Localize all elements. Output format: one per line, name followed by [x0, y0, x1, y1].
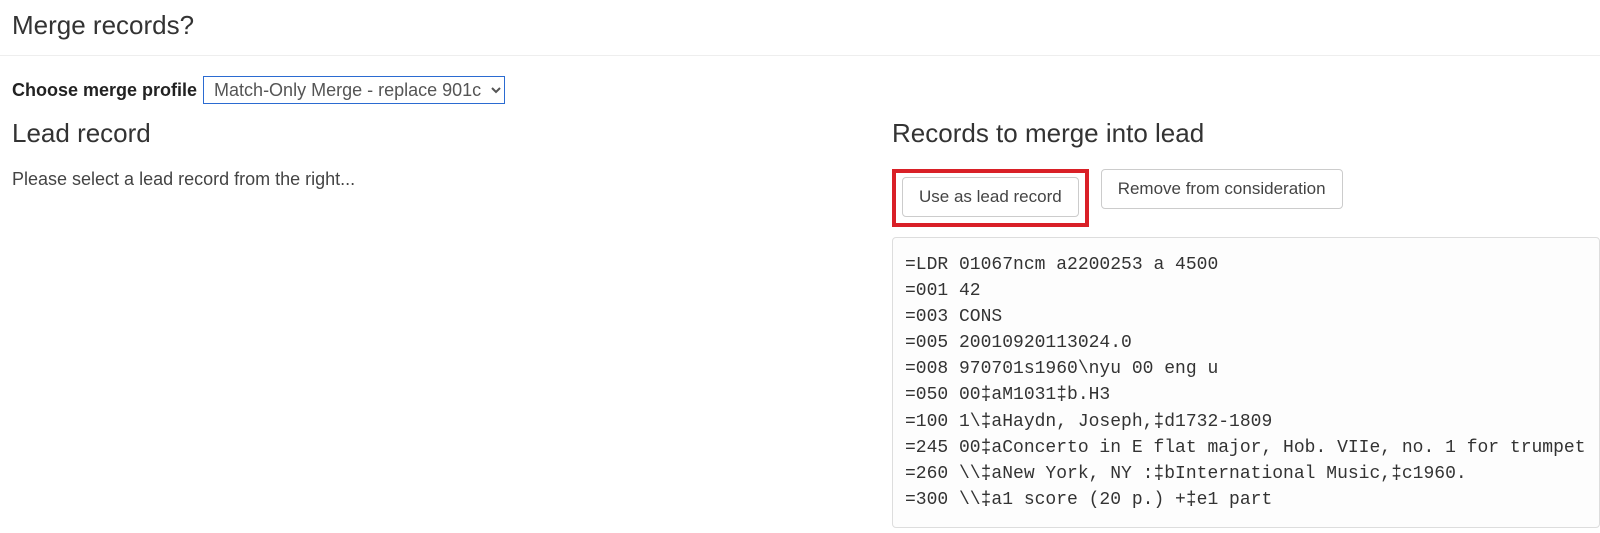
marc-line: =003 CONS	[905, 304, 1587, 330]
lead-record-heading: Lead record	[12, 118, 872, 149]
merge-target-heading: Records to merge into lead	[892, 118, 1600, 149]
merge-profile-label: Choose merge profile	[12, 80, 197, 101]
merge-profile-select[interactable]: Match-Only Merge - replace 901c	[203, 76, 505, 104]
lead-record-column: Lead record Please select a lead record …	[12, 118, 892, 190]
marc-line: =260 \\‡aNew York, NY :‡bInternational M…	[905, 461, 1587, 487]
remove-from-consideration-button[interactable]: Remove from consideration	[1101, 169, 1343, 209]
page-title: Merge records?	[12, 10, 1588, 41]
merge-profile-row: Choose merge profile Match-Only Merge - …	[0, 56, 1600, 114]
marc-line: =001 42	[905, 278, 1587, 304]
use-as-lead-highlight: Use as lead record	[892, 169, 1089, 227]
use-as-lead-button[interactable]: Use as lead record	[902, 177, 1079, 217]
marc-line: =005 20010920113024.0	[905, 330, 1587, 356]
page-header: Merge records?	[0, 0, 1600, 56]
marc-line: =LDR 01067ncm a2200253 a 4500	[905, 252, 1587, 278]
merge-target-buttons: Use as lead record Remove from considera…	[892, 169, 1600, 227]
marc-line: =100 1\‡aHaydn, Joseph,‡d1732-1809	[905, 409, 1587, 435]
marc-line: =008 970701s1960\nyu 00 eng u	[905, 356, 1587, 382]
marc-record-panel: =LDR 01067ncm a2200253 a 4500=001 42=003…	[892, 237, 1600, 528]
marc-line: =050 00‡aM1031‡b.H3	[905, 382, 1587, 408]
marc-line: =245 00‡aConcerto in E flat major, Hob. …	[905, 435, 1587, 461]
merge-target-column: Records to merge into lead Use as lead r…	[892, 118, 1600, 528]
lead-record-help-text: Please select a lead record from the rig…	[12, 169, 872, 190]
marc-line: =300 \\‡a1 score (20 p.) +‡e1 part	[905, 487, 1587, 513]
columns: Lead record Please select a lead record …	[0, 114, 1600, 528]
